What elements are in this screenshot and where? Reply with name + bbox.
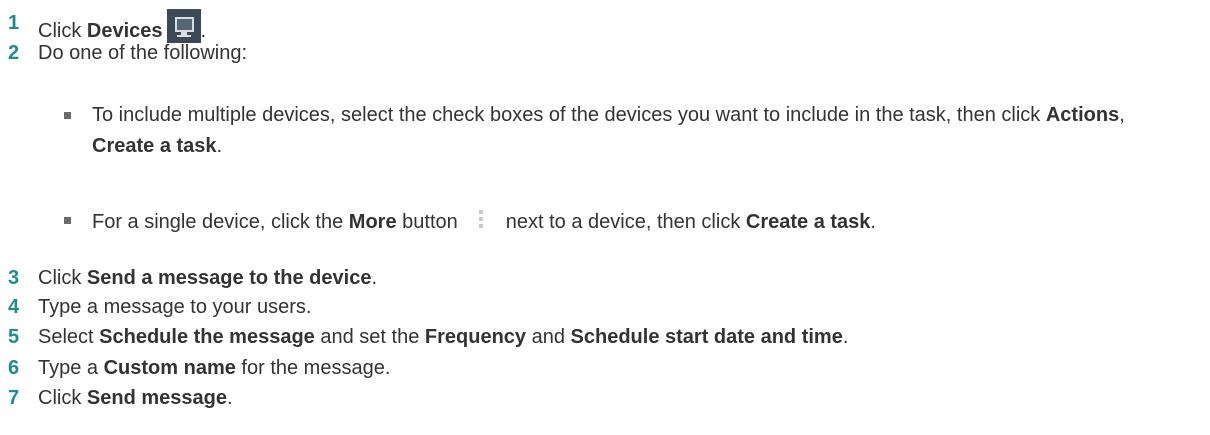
step-text-part: .	[371, 267, 378, 289]
substep-text-part: To include multiple devices, select the …	[92, 104, 1046, 126]
step-text-part: Type a	[38, 357, 104, 379]
substep-text-part: .	[216, 135, 223, 157]
ui-term: Create a task	[745, 211, 871, 233]
ui-term: Schedule start date and time	[570, 326, 843, 348]
ui-term: Send message	[86, 387, 227, 409]
step-number: 4	[8, 296, 20, 318]
step-number: 7	[8, 387, 20, 409]
bullet-icon	[64, 112, 71, 119]
step-text-part: Select	[38, 326, 100, 348]
step-text: Do one of the following:	[38, 42, 248, 64]
monitor-icon	[166, 9, 201, 43]
ui-term: Send a message to the device	[86, 267, 372, 289]
step-text: Click Send a message to the device.	[38, 264, 377, 292]
ui-term: Custom name	[103, 357, 236, 379]
step-text-part: Click	[38, 387, 87, 409]
monitor-base	[176, 35, 191, 37]
step-text-part: for the message.	[235, 357, 391, 379]
step-text: Click Send message.	[38, 384, 233, 412]
step-number: 1	[8, 12, 20, 34]
bullet-icon	[64, 217, 71, 224]
substep-text-part: next to a device, then click	[505, 211, 746, 233]
substep-text-part: For a single device, click the	[92, 211, 349, 233]
ui-term: Frequency	[424, 326, 527, 348]
ui-term: More	[348, 211, 397, 233]
substep-text: For a single device, click the More butt…	[92, 207, 1192, 238]
monitor-screen	[174, 17, 194, 32]
instruction-document: 1 Click Devices. 2 Do one of the followi…	[0, 0, 1210, 435]
step-text: Type a Custom name for the message.	[38, 354, 390, 382]
step-number: 3	[8, 267, 20, 289]
vertical-dots-icon	[478, 210, 484, 230]
step-number: 6	[8, 357, 20, 379]
step-text-part: and	[526, 326, 571, 348]
substep-text: To include multiple devices, select the …	[92, 100, 1192, 162]
step-number: 5	[8, 326, 20, 348]
step-number: 2	[8, 42, 20, 64]
step-text-part: .	[226, 387, 233, 409]
step-text: Type a message to your users.	[38, 296, 312, 318]
ui-term: Create a task	[92, 135, 217, 157]
substep-text-part: .	[870, 211, 876, 233]
substep-text-part: button	[396, 211, 458, 233]
step-text: Select Schedule the message and set the …	[38, 323, 848, 351]
ui-term: Actions	[1045, 104, 1120, 126]
step-text-part: .	[842, 326, 849, 348]
step-text-part: and set the	[314, 326, 425, 348]
step-text-part: Click	[38, 267, 87, 289]
substep-text-part: ,	[1119, 104, 1125, 126]
ui-term: Schedule the message	[99, 326, 315, 348]
